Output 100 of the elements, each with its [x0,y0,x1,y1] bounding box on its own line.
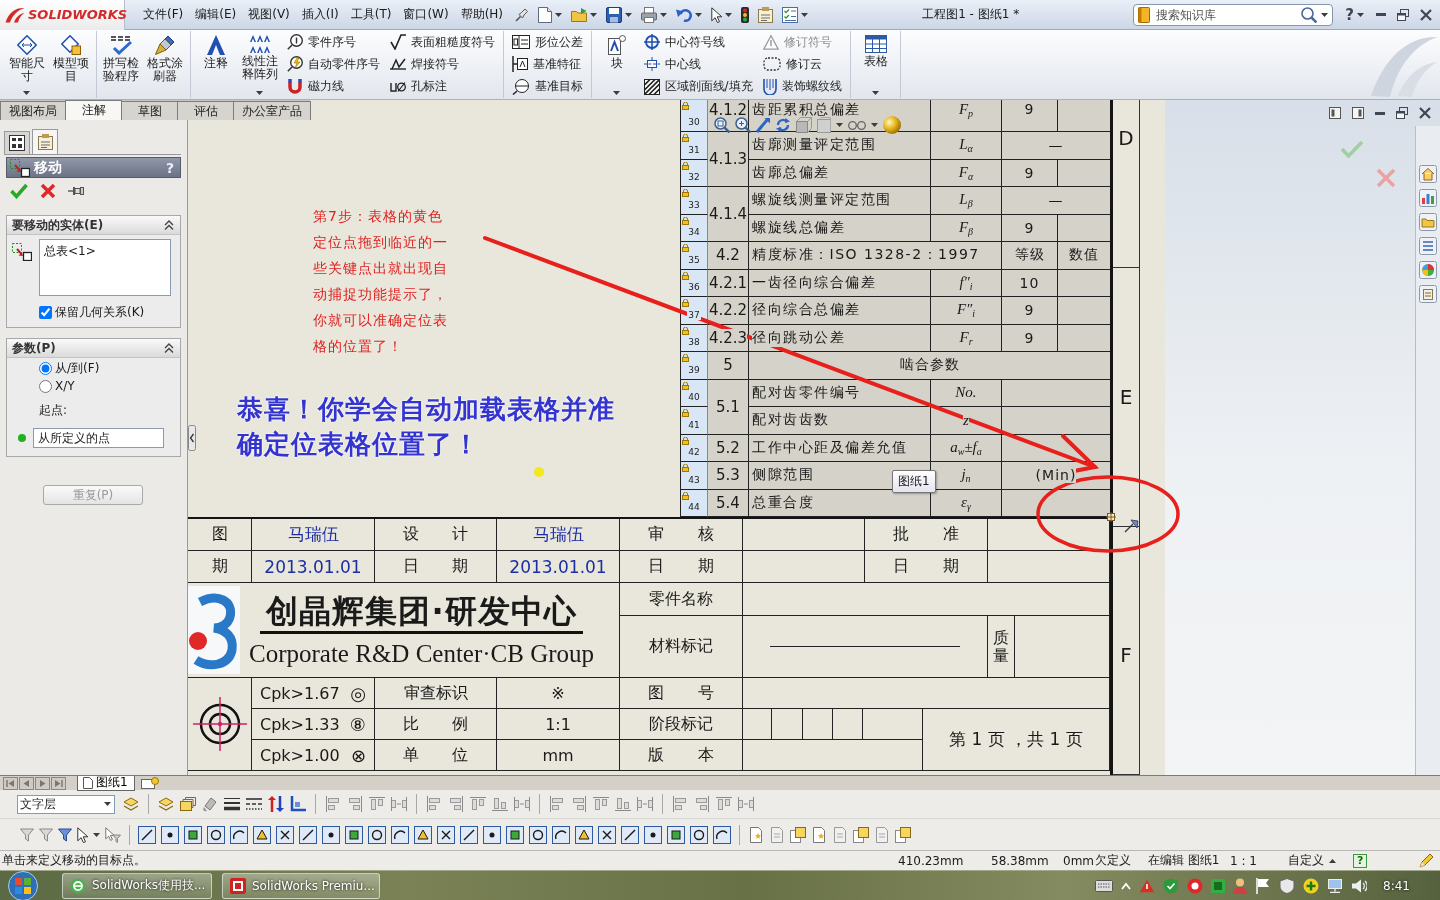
traffic-light-icon[interactable] [741,6,750,23]
check-icon[interactable] [10,183,28,199]
bar-chart-icon[interactable] [1419,189,1437,207]
align-top-icon[interactable] [369,796,385,812]
line-style-icon[interactable] [246,797,262,811]
square-icon[interactable] [345,825,363,844]
glasses-icon[interactable] [848,120,866,130]
restore-icon[interactable] [1397,8,1409,21]
layers-icon[interactable] [158,797,174,811]
cross-icon[interactable] [598,825,616,844]
menu-item[interactable]: 帮助(H) [454,4,510,25]
close-icon[interactable] [1419,107,1431,119]
caret-icon[interactable] [625,12,633,17]
list-item[interactable]: 总表<1> [44,244,96,258]
distribute-icon[interactable] [514,796,530,812]
first-page-icon[interactable] [3,776,18,790]
cancel-icon[interactable] [40,183,56,199]
caret-icon[interactable] [836,123,843,127]
align-right-icon[interactable] [347,796,363,812]
caret-icon[interactable] [555,12,563,17]
zoom-icon[interactable] [714,117,730,133]
ribbon-tab[interactable]: 办公室产品 [233,101,311,120]
chevron-icon[interactable] [164,343,174,353]
caret-icon[interactable] [660,12,668,17]
document-icon[interactable] [538,6,553,23]
caret-icon[interactable] [801,12,809,17]
menu-item[interactable]: 文件(F) [137,4,190,25]
ribbon-tab[interactable]: 注解 [65,100,122,120]
menu-item[interactable]: 插入(I) [295,4,345,25]
ribbon-button[interactable]: 形位公差 [508,31,586,54]
ribbon-tab[interactable]: 评估 [177,101,234,120]
document-icon[interactable] [748,826,764,843]
help-button[interactable]: ? [1345,5,1354,24]
caret-icon[interactable] [590,12,598,17]
align-top-icon[interactable] [470,796,486,812]
point-icon[interactable] [322,825,340,844]
sphere-icon[interactable] [883,116,901,134]
pencil-icon[interactable] [1418,852,1434,869]
align-right-icon[interactable] [694,796,710,812]
section-header[interactable]: 参数(P) [7,339,180,358]
caret-icon[interactable] [1321,12,1329,17]
line-icon[interactable] [138,825,156,844]
new-sheet-icon[interactable] [140,777,159,789]
caret-icon[interactable] [872,91,879,95]
ribbon-button[interactable]: 块 [595,31,638,98]
distribute-icon[interactable] [391,796,407,812]
cross-icon[interactable] [276,825,294,844]
caret-icon[interactable] [256,91,264,95]
align-top-icon[interactable] [716,796,732,812]
color-wheel-icon[interactable] [1419,261,1437,279]
ribbon-button[interactable]: 零件序号 [283,31,383,54]
arc-icon[interactable] [713,825,731,844]
ribbon-button[interactable]: 磁力线 [283,75,383,98]
caret-icon[interactable] [23,91,31,95]
menu-item[interactable]: 工具(T) [344,4,398,25]
ribbon-button[interactable]: 模型项目 [49,31,92,98]
line-weight-icon[interactable] [224,797,240,811]
ribbon-button[interactable]: 表格 [854,31,897,98]
point-icon[interactable] [644,825,662,844]
restore-icon[interactable] [1396,107,1408,119]
eraser-icon[interactable] [202,796,218,812]
line-icon[interactable] [460,825,478,844]
previous-page-icon[interactable] [19,776,34,790]
point-icon[interactable] [161,825,179,844]
window-icon[interactable] [1352,107,1364,119]
layers-icon[interactable] [180,797,196,811]
caret-icon[interactable] [725,12,733,17]
pin-icon[interactable] [515,7,530,22]
document-icon[interactable] [853,826,869,843]
arc-icon[interactable] [230,825,248,844]
filter-icon[interactable] [58,827,72,842]
align-left-icon[interactable] [325,796,341,812]
status-field[interactable]: 自定义 [1288,852,1324,869]
ribbon-tab[interactable]: 视图布局 [0,101,66,120]
arrows-icon[interactable] [268,796,284,812]
square-icon[interactable] [506,825,524,844]
pointer-icon[interactable] [711,6,723,23]
flag-icon[interactable] [1255,877,1272,894]
person-icon[interactable] [1233,877,1248,894]
ribbon-button[interactable]: 格式涂刷器 [144,31,187,98]
checkbox[interactable] [39,305,52,319]
check-icon[interactable] [1340,140,1364,158]
caret-icon[interactable] [1357,12,1364,17]
folder-icon[interactable] [1419,213,1437,231]
list-icon[interactable] [1419,237,1437,255]
align-right-icon[interactable] [448,796,464,812]
align-bottom-icon[interactable] [492,796,508,812]
sheet-tab[interactable]: 图纸1 [77,775,135,791]
printer-icon[interactable] [641,6,658,23]
align-left-icon[interactable] [672,796,688,812]
layers-icon[interactable] [123,797,139,811]
layer-dropdown[interactable]: 文字层 [17,794,115,814]
zoom-icon[interactable] [735,117,751,133]
distribute-icon[interactable] [738,796,754,812]
align-bottom-icon[interactable] [615,796,631,812]
collapse-handle-icon[interactable] [188,425,196,451]
pin-icon[interactable] [68,187,84,195]
axis-icon[interactable] [290,796,306,812]
house-icon[interactable] [1419,165,1437,183]
document-icon[interactable] [790,826,806,843]
